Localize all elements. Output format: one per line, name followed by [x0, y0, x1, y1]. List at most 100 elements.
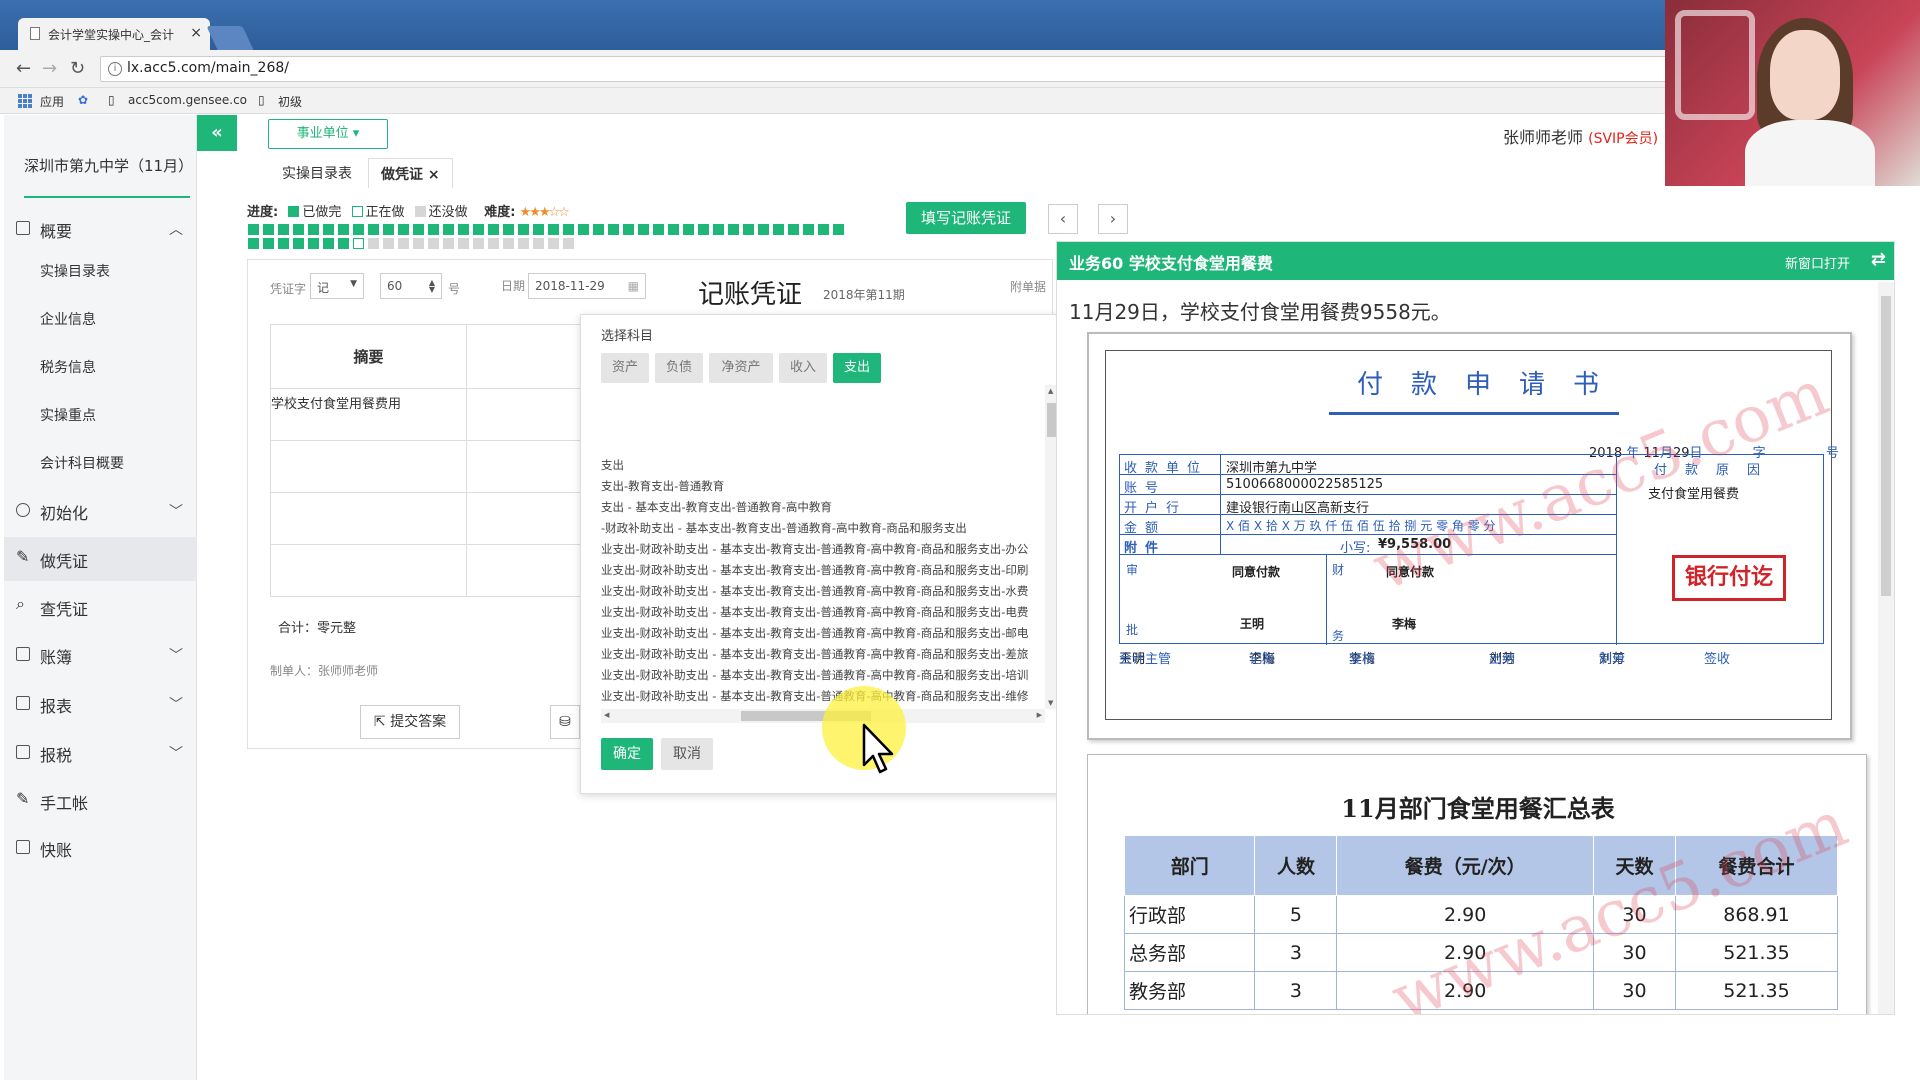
progress-block[interactable] — [428, 238, 439, 249]
progress-block[interactable] — [368, 224, 379, 235]
reload-icon[interactable]: ↻ — [70, 58, 85, 79]
sidebar-sub-company[interactable]: 企业信息 — [40, 309, 96, 329]
progress-block[interactable] — [533, 224, 544, 235]
progress-block[interactable] — [518, 224, 529, 235]
subject-option[interactable]: 业支出-财政补助支出 - 基本支出-教育支出-普通教育-高中教育-商品和服务支出… — [601, 646, 1028, 662]
progress-block[interactable] — [413, 238, 424, 249]
progress-block[interactable] — [353, 238, 364, 249]
sidebar-sub-catalog[interactable]: 实操目录表 — [40, 261, 110, 281]
progress-block[interactable] — [518, 238, 529, 249]
progress-block[interactable] — [488, 224, 499, 235]
sidebar-item-query-voucher[interactable]: ⌕ 查凭证 — [4, 585, 197, 629]
progress-block[interactable] — [773, 224, 784, 235]
submit-answer-button[interactable]: ⇱ 提交答案 — [360, 705, 460, 739]
progress-block[interactable] — [368, 238, 379, 249]
apps-icon[interactable] — [18, 94, 32, 108]
back-icon[interactable]: ← — [16, 58, 31, 79]
sidebar-item-manual-ledger[interactable]: ✎ 手工帐 — [4, 779, 197, 823]
progress-block[interactable] — [833, 224, 844, 235]
progress-block[interactable] — [293, 224, 304, 235]
progress-block[interactable] — [308, 238, 319, 249]
progress-block[interactable] — [458, 224, 469, 235]
subject-option[interactable]: 业支出-财政补助支出 - 基本支出-教育支出-普通教育-高中教育-商品和服务支出… — [601, 583, 1028, 599]
fill-voucher-button[interactable]: 填写记账凭证 — [906, 202, 1026, 234]
progress-block[interactable] — [758, 224, 769, 235]
progress-block[interactable] — [698, 224, 709, 235]
tab-catalog[interactable]: 实操目录表 — [270, 158, 364, 188]
subject-option[interactable]: -财政补助支出 - 基本支出-教育支出-普通教育-高中教育-商品和服务支出 — [601, 520, 967, 536]
progress-block[interactable] — [593, 224, 604, 235]
progress-block[interactable] — [458, 238, 469, 249]
progress-block[interactable] — [713, 224, 724, 235]
summary-cell[interactable] — [270, 544, 467, 597]
swap-icon[interactable]: ⇄ — [1871, 249, 1886, 270]
sidebar-sub-accounts[interactable]: 会计科目概要 — [40, 453, 124, 473]
subject-option[interactable]: 业支出-财政补助支出 - 基本支出-教育支出-普通教育-高中教育-商品和服务支出… — [601, 604, 1028, 620]
date-input[interactable]: 2018-11-29 ▦ — [528, 273, 646, 299]
progress-block[interactable] — [638, 224, 649, 235]
subject-option[interactable]: 支出-教育支出-普通教育 — [601, 478, 724, 494]
progress-block[interactable] — [503, 224, 514, 235]
bookmark-apps[interactable]: 应用 — [40, 93, 64, 110]
progress-block[interactable] — [353, 224, 364, 235]
sidebar-item-overview[interactable]: 概要 ︿ — [4, 207, 197, 251]
info-icon[interactable]: i — [108, 62, 122, 76]
progress-block[interactable] — [308, 224, 319, 235]
scroll-thumb[interactable] — [1881, 296, 1891, 596]
bookmark-gensee[interactable]: acc5com.gensee.co — [128, 93, 247, 107]
tab-make-voucher[interactable]: 做凭证 × — [368, 158, 453, 188]
progress-block[interactable] — [533, 238, 544, 249]
progress-block[interactable] — [323, 224, 334, 235]
summary-cell[interactable] — [270, 440, 467, 493]
progress-block[interactable] — [548, 224, 559, 235]
progress-block[interactable] — [683, 224, 694, 235]
progress-block[interactable] — [443, 238, 454, 249]
stepper-icon[interactable]: ▲ ▼ — [429, 279, 435, 294]
sidebar-item-quick-ledger[interactable]: 快账 — [4, 826, 197, 870]
progress-block[interactable] — [488, 238, 499, 249]
progress-block[interactable] — [548, 238, 559, 249]
sidebar-item-tax-filing[interactable]: 报税 ﹀ — [4, 731, 197, 775]
cancel-button[interactable]: 取消 — [661, 738, 713, 770]
progress-block[interactable] — [653, 224, 664, 235]
calendar-icon[interactable]: ▦ — [628, 279, 639, 293]
category-expenses[interactable]: 支出 — [833, 353, 881, 383]
progress-block[interactable] — [338, 224, 349, 235]
progress-block[interactable] — [743, 224, 754, 235]
progress-block[interactable] — [248, 238, 259, 249]
sidebar-sub-keypoints[interactable]: 实操重点 — [40, 405, 96, 425]
progress-block[interactable] — [563, 224, 574, 235]
sidebar-sub-tax[interactable]: 税务信息 — [40, 357, 96, 377]
voucher-type-select[interactable]: 记 ▼ — [310, 273, 364, 299]
progress-block[interactable] — [383, 238, 394, 249]
progress-block[interactable] — [473, 238, 484, 249]
sidebar-item-reports[interactable]: 报表 ﹀ — [4, 682, 197, 726]
new-tab-button[interactable] — [206, 26, 254, 50]
progress-block[interactable] — [428, 224, 439, 235]
open-new-window-link[interactable]: 新窗口打开 — [1785, 253, 1850, 272]
category-assets[interactable]: 资产 — [601, 353, 649, 383]
scroll-left-icon[interactable]: ◀ — [604, 711, 609, 719]
category-income[interactable]: 收入 — [779, 353, 827, 383]
progress-block[interactable] — [818, 224, 829, 235]
sidebar-item-make-voucher[interactable]: ✎ 做凭证 — [4, 537, 197, 581]
collapse-sidebar-button[interactable]: « — [197, 115, 237, 151]
subject-option[interactable]: 业支出-财政补助支出 - 基本支出-教育支出-普通教育-高中教育-商品和服务支出… — [601, 541, 1028, 557]
scroll-down-icon[interactable]: ▼ — [1048, 699, 1053, 707]
progress-block[interactable] — [563, 238, 574, 249]
progress-block[interactable] — [668, 224, 679, 235]
progress-block[interactable] — [263, 238, 274, 249]
progress-block[interactable] — [443, 224, 454, 235]
sidebar-item-init[interactable]: 初始化 ﹀ — [4, 489, 197, 533]
unit-type-select[interactable]: 事业单位 ▾ — [268, 119, 388, 149]
progress-block[interactable] — [278, 224, 289, 235]
summary-cell[interactable]: 学校支付食堂用餐费用 — [270, 388, 467, 441]
progress-block[interactable] — [608, 224, 619, 235]
subject-option[interactable]: 支出 - 基本支出-教育支出-普通教育-高中教育 — [601, 499, 832, 515]
progress-block[interactable] — [413, 224, 424, 235]
progress-block[interactable] — [338, 238, 349, 249]
url-input[interactable]: i lx.acc5.com/main_268/ — [100, 56, 1680, 82]
progress-block[interactable] — [263, 224, 274, 235]
sidebar-item-ledger[interactable]: 账簿 ﹀ — [4, 633, 197, 677]
subject-option[interactable]: 支出 — [601, 457, 624, 473]
